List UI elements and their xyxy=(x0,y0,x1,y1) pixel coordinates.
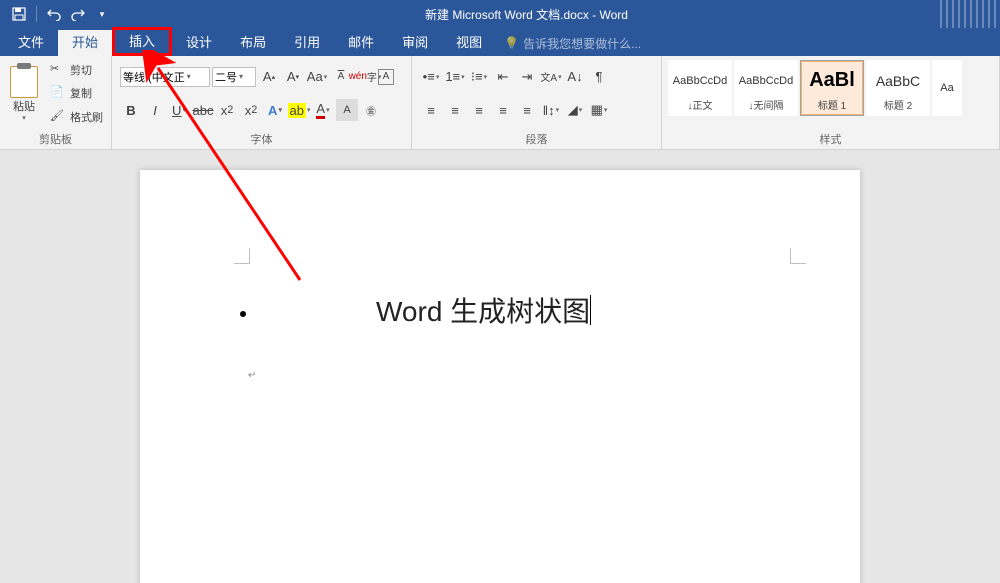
sort-button[interactable]: A↓ xyxy=(564,66,586,88)
font-name-combo[interactable]: 等线 (中文正▾ xyxy=(120,67,210,87)
qat-customize-icon[interactable]: ▾ xyxy=(91,3,113,25)
margin-corner-tr xyxy=(790,248,806,264)
brush-icon: 🖌 xyxy=(50,109,66,125)
group-font: 等线 (中文正▾ 二号▾ A▴ A▾ Aa A wén字 A B I U abc… xyxy=(112,56,412,149)
tell-me-search[interactable]: 💡 告诉我您想要做什么... xyxy=(496,30,641,56)
tab-view[interactable]: 视图 xyxy=(442,30,496,56)
style-more[interactable]: Aa xyxy=(932,60,962,116)
grow-font-button[interactable]: A▴ xyxy=(258,66,280,88)
pinyin-button[interactable]: wén字 xyxy=(354,66,376,88)
margin-corner-tl xyxy=(234,248,250,264)
quick-access-toolbar: ▾ xyxy=(0,3,113,25)
list-bullet xyxy=(240,311,246,317)
bullets-button[interactable]: •≡ xyxy=(420,66,442,88)
tab-mailings[interactable]: 邮件 xyxy=(334,30,388,56)
superscript-button[interactable]: x2 xyxy=(240,99,262,121)
multilevel-button[interactable]: ⁝≡ xyxy=(468,66,490,88)
window-decoration xyxy=(940,0,1000,28)
document-area[interactable]: Word 生成树状图 ↵ xyxy=(0,150,1000,583)
tab-layout[interactable]: 布局 xyxy=(226,30,280,56)
copy-icon: 📄 xyxy=(50,85,66,101)
heading-text[interactable]: Word 生成树状图 xyxy=(376,290,590,330)
undo-icon[interactable] xyxy=(43,3,65,25)
font-size-combo[interactable]: 二号▾ xyxy=(212,67,256,87)
tab-insert[interactable]: 插入 xyxy=(112,27,172,56)
underline-button[interactable]: U xyxy=(168,99,190,121)
char-shading-button[interactable]: A xyxy=(336,99,358,121)
group-clipboard: 粘贴 ▾ ✂剪切 📄复制 🖌格式刷 剪贴板 xyxy=(0,56,112,149)
window-title: 新建 Microsoft Word 文档.docx - Word xyxy=(113,6,940,23)
borders-button[interactable]: ▦ xyxy=(588,99,610,121)
font-color-button[interactable]: A xyxy=(312,99,334,121)
group-label-clipboard: 剪贴板 xyxy=(4,129,107,149)
char-border-button[interactable]: A xyxy=(378,69,394,85)
text-cursor xyxy=(590,295,591,325)
format-painter-button[interactable]: 🖌格式刷 xyxy=(46,106,107,128)
enclose-char-button[interactable]: ㊎ xyxy=(360,99,382,121)
group-label-font: 字体 xyxy=(116,129,407,149)
paste-button[interactable]: 粘贴 ▾ xyxy=(4,58,44,129)
show-marks-button[interactable]: ¶ xyxy=(588,66,610,88)
redo-icon[interactable] xyxy=(67,3,89,25)
cut-button[interactable]: ✂剪切 xyxy=(46,59,107,81)
paste-icon xyxy=(10,66,38,98)
shrink-font-button[interactable]: A▾ xyxy=(282,66,304,88)
lightbulb-icon: 💡 xyxy=(504,36,519,50)
style-normal[interactable]: AaBbCcDd↓正文 xyxy=(668,60,732,116)
strikethrough-button[interactable]: abc xyxy=(192,99,214,121)
shading-button[interactable]: ◢ xyxy=(564,99,586,121)
tab-design[interactable]: 设计 xyxy=(172,30,226,56)
highlight-button[interactable]: ab xyxy=(288,99,310,121)
style-heading2[interactable]: AaBbC标题 2 xyxy=(866,60,930,116)
group-label-styles: 样式 xyxy=(666,129,995,149)
tab-review[interactable]: 审阅 xyxy=(388,30,442,56)
align-center-button[interactable]: ≡ xyxy=(444,99,466,121)
scissors-icon: ✂ xyxy=(50,62,66,78)
group-paragraph: •≡ 1≡ ⁝≡ ⇤ ⇥ 文A A↓ ¶ ≡ ≡ ≡ ≡ ≡ ‖↕ ◢ ▦ 段落 xyxy=(412,56,662,149)
styles-gallery[interactable]: AaBbCcDd↓正文 AaBbCcDd↓无间隔 AaBl标题 1 AaBbC标… xyxy=(666,58,964,129)
text-direction-button[interactable]: 文A xyxy=(540,66,562,88)
ribbon-tabs: 文件 开始 插入 设计 布局 引用 邮件 审阅 视图 💡 告诉我您想要做什么..… xyxy=(0,28,1000,56)
tab-home[interactable]: 开始 xyxy=(58,30,112,56)
line-spacing-button[interactable]: ‖↕ xyxy=(540,99,562,121)
title-bar: ▾ 新建 Microsoft Word 文档.docx - Word xyxy=(0,0,1000,28)
group-label-paragraph: 段落 xyxy=(416,129,657,149)
justify-button[interactable]: ≡ xyxy=(492,99,514,121)
paste-label: 粘贴 xyxy=(13,98,35,114)
tab-file[interactable]: 文件 xyxy=(4,30,58,56)
align-right-button[interactable]: ≡ xyxy=(468,99,490,121)
bold-button[interactable]: B xyxy=(120,99,142,121)
numbering-button[interactable]: 1≡ xyxy=(444,66,466,88)
decrease-indent-button[interactable]: ⇤ xyxy=(492,66,514,88)
align-left-button[interactable]: ≡ xyxy=(420,99,442,121)
save-icon[interactable] xyxy=(8,3,30,25)
change-case-button[interactable]: Aa xyxy=(306,66,328,88)
tab-references[interactable]: 引用 xyxy=(280,30,334,56)
paragraph-mark-icon: ↵ xyxy=(248,370,800,381)
style-heading1[interactable]: AaBl标题 1 xyxy=(800,60,864,116)
ribbon: 粘贴 ▾ ✂剪切 📄复制 🖌格式刷 剪贴板 等线 (中文正▾ 二号▾ A▴ A▾… xyxy=(0,56,1000,150)
italic-button[interactable]: I xyxy=(144,99,166,121)
tell-me-placeholder: 告诉我您想要做什么... xyxy=(523,35,641,52)
subscript-button[interactable]: x2 xyxy=(216,99,238,121)
copy-button[interactable]: 📄复制 xyxy=(46,82,107,104)
text-effects-button[interactable]: A xyxy=(264,99,286,121)
style-nospacing[interactable]: AaBbCcDd↓无间隔 xyxy=(734,60,798,116)
group-styles: AaBbCcDd↓正文 AaBbCcDd↓无间隔 AaBl标题 1 AaBbC标… xyxy=(662,56,1000,149)
document-content[interactable]: Word 生成树状图 ↵ xyxy=(240,290,800,381)
document-page[interactable]: Word 生成树状图 ↵ xyxy=(140,170,860,583)
distribute-button[interactable]: ≡ xyxy=(516,99,538,121)
increase-indent-button[interactable]: ⇥ xyxy=(516,66,538,88)
